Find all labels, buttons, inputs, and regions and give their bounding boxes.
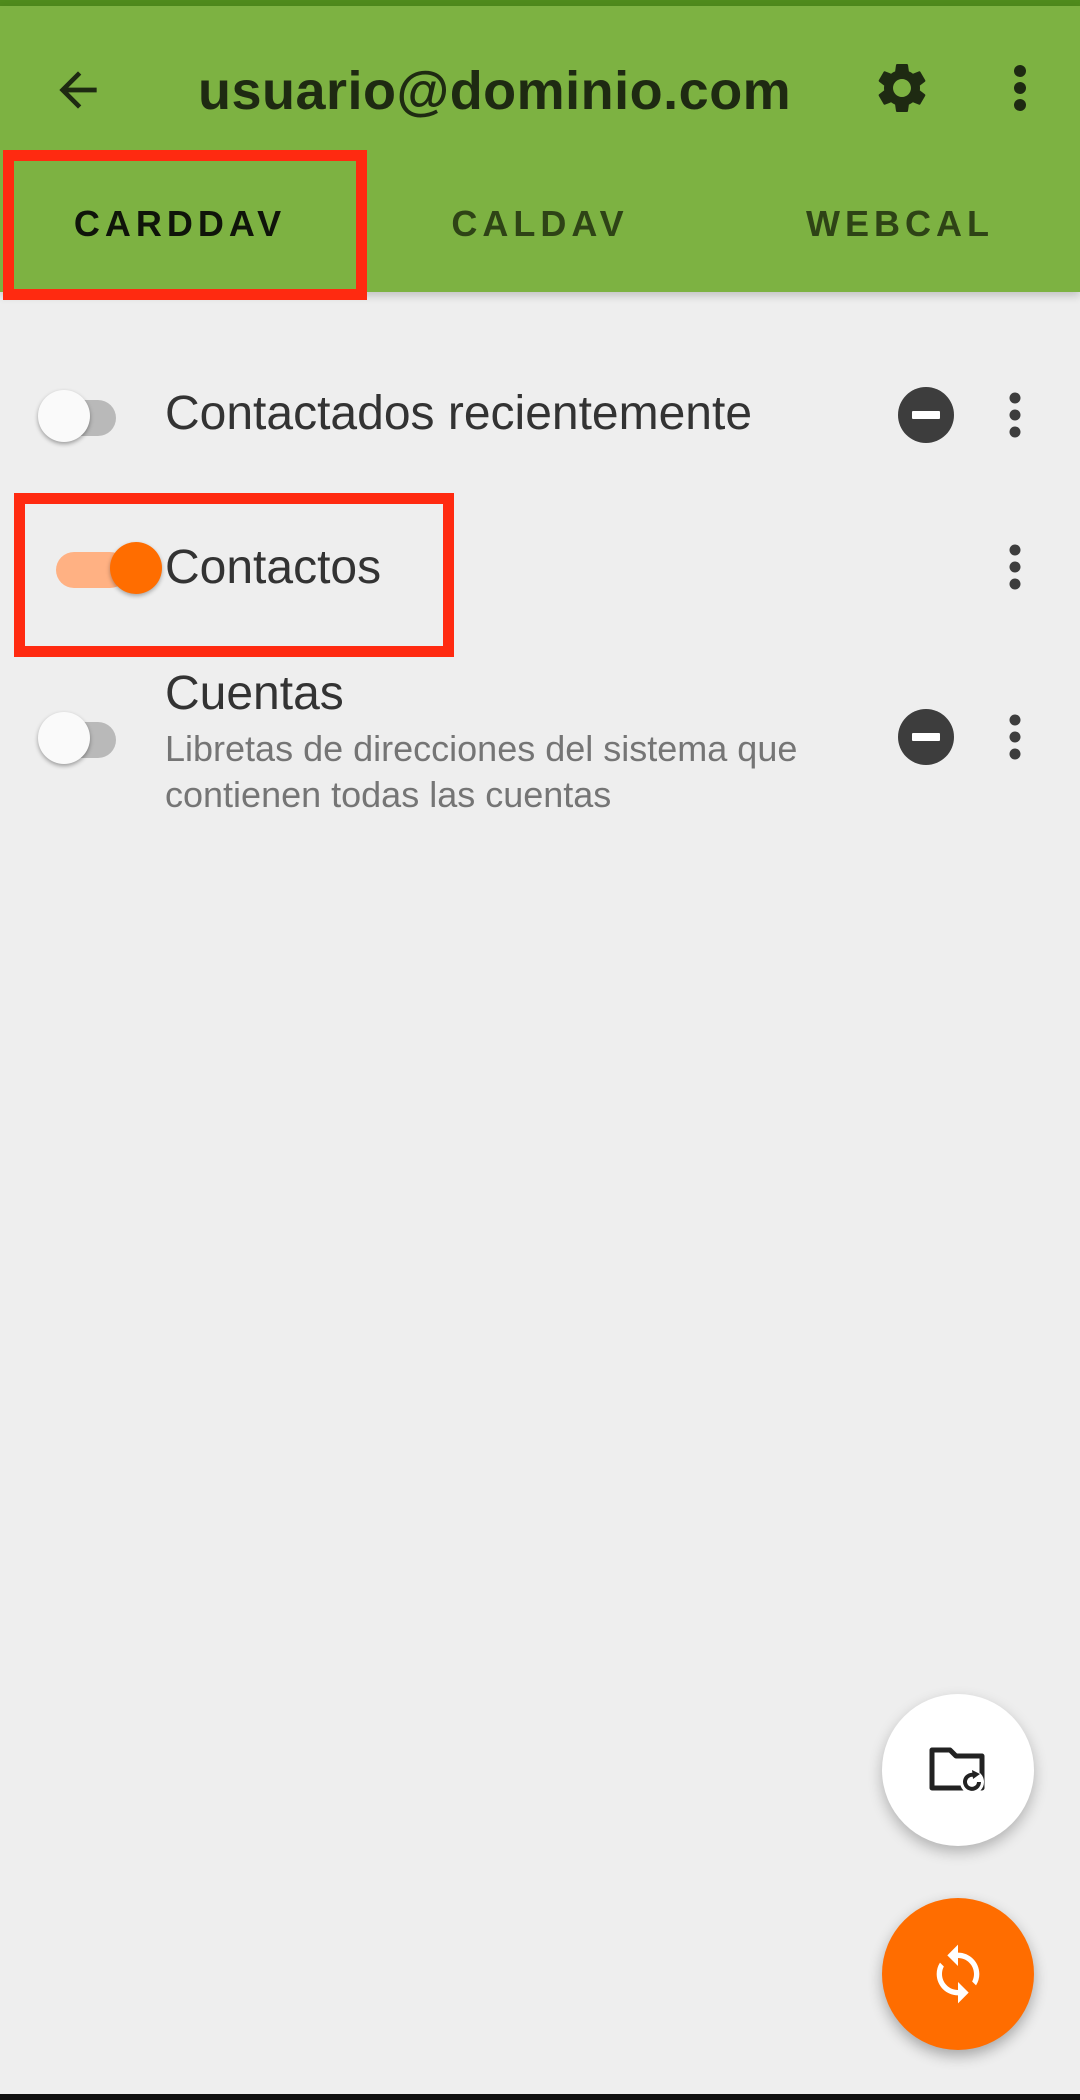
tab-carddav[interactable]: CARDDAV	[0, 156, 360, 292]
sync-toggle[interactable]	[30, 380, 130, 450]
collection-description: Libretas de direcciones del sistema que …	[165, 728, 798, 815]
arrow-back-icon	[59, 71, 97, 109]
sync-icon	[936, 1944, 980, 2004]
collection-title: Contactados recientemente	[165, 387, 753, 440]
system-nav-bar	[0, 2094, 1080, 2100]
list-item: Contactados recientemente	[0, 370, 1080, 460]
collection-title: Contactos	[165, 541, 382, 594]
folder-refresh-icon	[929, 1747, 985, 1794]
list-item: Contactos	[0, 522, 1080, 612]
tab-bar: CARDDAV CALDAV WEBCAL	[0, 156, 1080, 292]
back-button[interactable]	[36, 48, 120, 132]
settings-button[interactable]	[860, 46, 944, 130]
more-vert-icon	[1009, 392, 1021, 438]
refresh-collections-button[interactable]	[882, 1694, 1034, 1846]
more-vert-icon	[1009, 544, 1021, 590]
more-vert-icon	[1014, 65, 1026, 111]
sync-toggle[interactable]	[30, 702, 130, 772]
collection-menu-button[interactable]	[990, 380, 1040, 450]
sync-toggle[interactable]	[42, 532, 162, 602]
remove-circle-icon	[898, 709, 954, 765]
tab-webcal[interactable]: WEBCAL	[720, 156, 1080, 292]
overflow-menu-button[interactable]	[980, 46, 1060, 130]
sync-now-button[interactable]	[882, 1898, 1034, 2050]
tab-caldav[interactable]: CALDAV	[360, 156, 720, 292]
remove-collection-button[interactable]	[896, 707, 956, 767]
app-bar: usuario@dominio.com CARDDAV CALDAV WEBCA…	[0, 6, 1080, 292]
collection-menu-button[interactable]	[990, 702, 1040, 772]
remove-circle-icon	[898, 387, 954, 443]
gear-icon	[878, 63, 926, 112]
page-title: usuario@dominio.com	[198, 61, 792, 121]
remove-collection-button[interactable]	[896, 385, 956, 445]
more-vert-icon	[1009, 714, 1021, 760]
collection-title: Cuentas	[165, 667, 344, 720]
collection-menu-button[interactable]	[990, 532, 1040, 602]
list-item: Cuentas Libretas de direcciones del sist…	[0, 660, 1080, 830]
